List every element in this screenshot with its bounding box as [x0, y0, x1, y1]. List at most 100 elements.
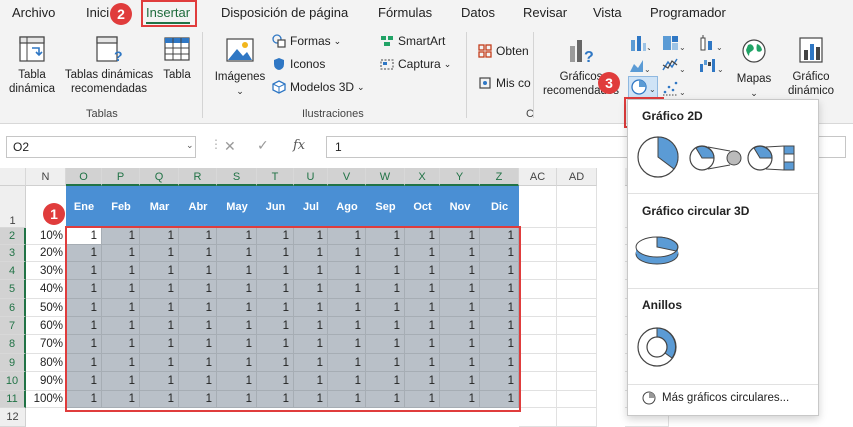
pie-2d-icon[interactable]: [634, 134, 682, 180]
pivot-chart-button[interactable]: Gráfico dinámico: [776, 34, 846, 98]
month-header-cell[interactable]: Ene: [66, 186, 102, 228]
empty-cell[interactable]: [519, 299, 557, 317]
empty-cell[interactable]: [519, 262, 557, 280]
tab-programador[interactable]: Programador: [650, 5, 726, 20]
percentage-cell[interactable]: 90%: [26, 372, 66, 391]
percentage-cell[interactable]: 20%: [26, 245, 66, 262]
tab-formulas[interactable]: Fórmulas: [378, 5, 432, 20]
row-header-10[interactable]: 10: [0, 372, 26, 391]
empty-cell[interactable]: [519, 317, 557, 335]
column-header-q[interactable]: Q: [140, 168, 179, 186]
tab-archivo[interactable]: Archivo: [12, 5, 55, 20]
column-header-w[interactable]: W: [366, 168, 405, 186]
tab-disposicion[interactable]: Disposición de página: [221, 5, 348, 20]
empty-cell[interactable]: [557, 391, 597, 408]
row-header-6[interactable]: 6: [0, 299, 26, 317]
donut-chart-icon[interactable]: [634, 324, 680, 370]
insert-function-button[interactable]: fx: [293, 138, 305, 153]
empty-cell[interactable]: [519, 354, 557, 372]
empty-cell[interactable]: [557, 186, 597, 228]
column-header-p[interactable]: P: [102, 168, 140, 186]
3d-models-button[interactable]: Modelos 3D ⌄: [272, 80, 365, 94]
percentage-cell[interactable]: 10%: [26, 228, 66, 245]
line-chart-button[interactable]: ⌄: [661, 56, 686, 74]
select-all-corner[interactable]: [0, 168, 26, 186]
tab-inicio[interactable]: Inici: [86, 5, 109, 20]
column-header-s[interactable]: S: [217, 168, 257, 186]
percentage-cell[interactable]: 80%: [26, 354, 66, 372]
more-pie-charts-link[interactable]: Más gráficos circulares...: [642, 391, 789, 405]
column-header-y[interactable]: Y: [440, 168, 480, 186]
row-header-12[interactable]: 12: [0, 408, 26, 427]
my-addins-button[interactable]: Mis co: [478, 76, 531, 90]
empty-cell[interactable]: [519, 280, 557, 299]
scatter-chart-button[interactable]: ⌄: [661, 79, 686, 97]
pie-3d-icon[interactable]: [632, 230, 682, 270]
recommended-pivot-button[interactable]: ? Tablas dinámicas recomendadas: [62, 34, 156, 96]
empty-cell[interactable]: [557, 372, 597, 391]
month-header-cell[interactable]: Feb: [102, 186, 140, 228]
row-header-7[interactable]: 7: [0, 317, 26, 335]
empty-cell[interactable]: [519, 335, 557, 354]
percentage-cell[interactable]: 50%: [26, 299, 66, 317]
cancel-icon[interactable]: ✕: [224, 138, 236, 155]
month-header-cell[interactable]: Abr: [179, 186, 217, 228]
empty-cell[interactable]: [557, 245, 597, 262]
empty-cell[interactable]: [519, 228, 557, 245]
hierarchy-chart-button[interactable]: ⌄: [661, 34, 686, 52]
tab-vista[interactable]: Vista: [593, 5, 622, 20]
shapes-button[interactable]: Formas ⌄: [272, 34, 341, 48]
column-header-v[interactable]: V: [328, 168, 366, 186]
month-header-cell[interactable]: Sep: [366, 186, 405, 228]
empty-cell[interactable]: [557, 408, 597, 427]
row-header-4[interactable]: 4: [0, 262, 26, 280]
empty-cell[interactable]: [557, 335, 597, 354]
empty-cell[interactable]: [519, 186, 557, 228]
pie-of-pie-icon[interactable]: [688, 142, 744, 174]
chevron-down-icon[interactable]: ⌄: [186, 140, 194, 151]
images-button[interactable]: Imágenes ⌄: [212, 36, 268, 98]
column-header-n[interactable]: N: [26, 168, 66, 186]
icons-button[interactable]: Iconos: [272, 57, 325, 71]
row-header-8[interactable]: 8: [0, 335, 26, 354]
empty-cell[interactable]: [557, 228, 597, 245]
column-header-ad[interactable]: AD: [557, 168, 597, 186]
month-header-cell[interactable]: Mar: [140, 186, 179, 228]
row-header-5[interactable]: 5: [0, 280, 26, 299]
row-header-11[interactable]: 11: [0, 391, 26, 408]
empty-cell[interactable]: [557, 317, 597, 335]
row-header-1[interactable]: 1: [0, 186, 26, 228]
column-header-r[interactable]: R: [179, 168, 217, 186]
month-header-cell[interactable]: Oct: [405, 186, 440, 228]
smartart-button[interactable]: SmartArt: [380, 34, 445, 48]
percentage-cell[interactable]: 30%: [26, 262, 66, 280]
percentage-cell[interactable]: 40%: [26, 280, 66, 299]
month-header-cell[interactable]: Jul: [294, 186, 328, 228]
row-header-2[interactable]: 2: [0, 228, 26, 245]
get-addins-button[interactable]: Obten: [478, 44, 529, 58]
pivot-table-button[interactable]: Tabla dinámica: [6, 34, 58, 96]
column-header-o[interactable]: O: [66, 168, 102, 186]
row-header-9[interactable]: 9: [0, 354, 26, 372]
empty-cell[interactable]: [557, 280, 597, 299]
column-chart-button[interactable]: ⌄: [628, 34, 653, 52]
name-box[interactable]: O2: [6, 136, 196, 158]
empty-cell[interactable]: [519, 372, 557, 391]
empty-cell[interactable]: [557, 354, 597, 372]
empty-cell[interactable]: [519, 245, 557, 262]
tab-datos[interactable]: Datos: [461, 5, 495, 20]
percentage-cell[interactable]: 100%: [26, 391, 66, 408]
empty-cell[interactable]: [557, 262, 597, 280]
column-header-t[interactable]: T: [257, 168, 294, 186]
column-header-z[interactable]: Z: [480, 168, 519, 186]
row-header-3[interactable]: 3: [0, 245, 26, 262]
pie-chart-button[interactable]: ⌄: [628, 76, 658, 98]
screenshot-button[interactable]: Captura ⌄: [380, 57, 451, 71]
percentage-cell[interactable]: 60%: [26, 317, 66, 335]
bar-of-pie-icon[interactable]: [746, 142, 802, 174]
empty-cell[interactable]: [557, 299, 597, 317]
month-header-cell[interactable]: Dic: [480, 186, 519, 228]
month-header-cell[interactable]: Jun: [257, 186, 294, 228]
tab-revisar[interactable]: Revisar: [523, 5, 567, 20]
month-header-cell[interactable]: May: [217, 186, 257, 228]
